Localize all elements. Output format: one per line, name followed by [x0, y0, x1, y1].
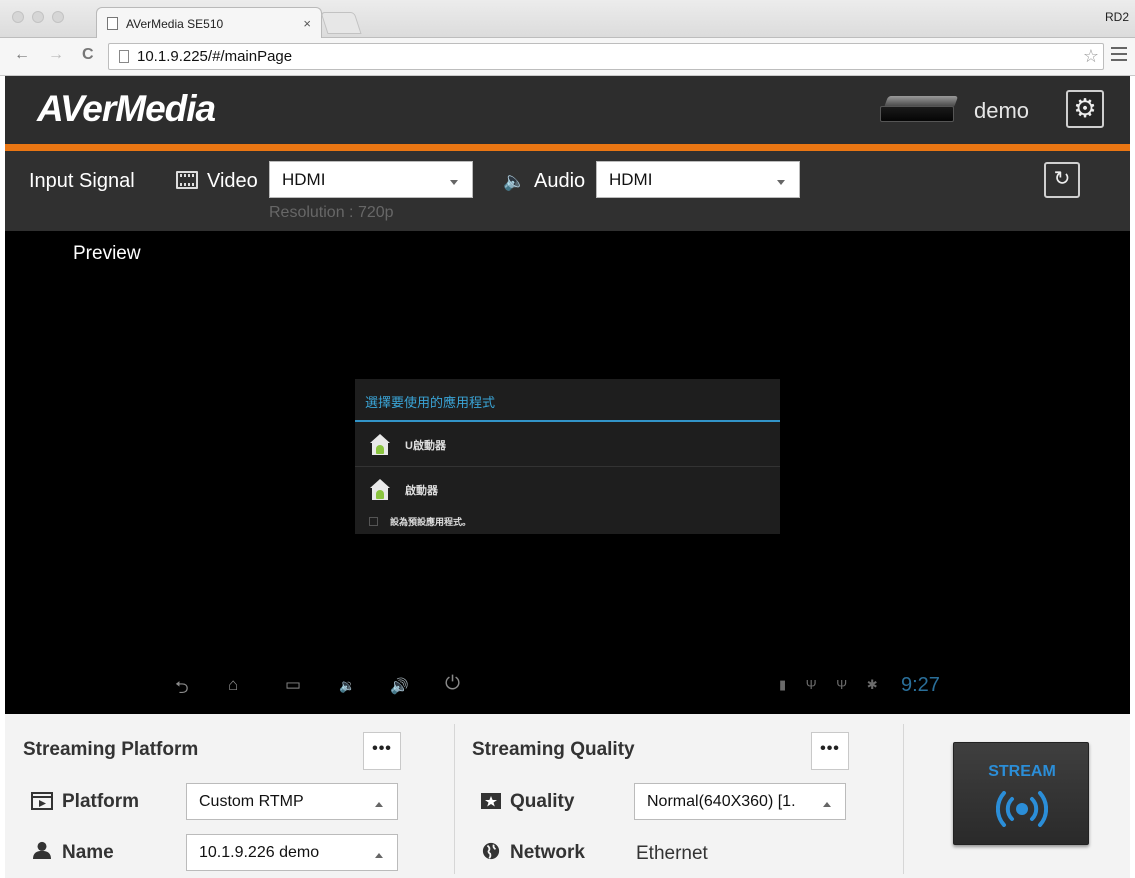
quality-more-button[interactable]: •••	[811, 732, 849, 770]
checkbox-icon	[369, 517, 378, 526]
resolution-text: Resolution : 720p	[269, 204, 394, 221]
dialog-title-divider	[355, 420, 780, 422]
url-text[interactable]: 10.1.9.225/#/mainPage	[137, 48, 1083, 65]
audio-label: Audio	[534, 170, 586, 192]
page-icon	[119, 50, 129, 63]
refresh-icon[interactable]: ↻	[1044, 162, 1080, 198]
power-icon: ⏻	[445, 673, 461, 694]
browser-menu-icon[interactable]	[1111, 47, 1127, 65]
tab-close-icon[interactable]: ×	[303, 16, 311, 31]
stream-label: STREAM	[988, 763, 1056, 780]
preview-label: Preview	[73, 243, 141, 264]
dialog-item: 啟動器	[355, 468, 780, 512]
back-arrow-icon[interactable]: ←	[14, 46, 30, 64]
page-icon	[107, 17, 118, 30]
quality-select[interactable]: Normal(640X360) [1.	[634, 783, 846, 820]
default-app-label: 設為預設應用程式。	[390, 517, 472, 527]
platform-select[interactable]: Custom RTMP	[186, 783, 398, 820]
network-value: Ethernet	[636, 843, 708, 864]
new-tab-button[interactable]	[320, 12, 362, 34]
volume-down-icon: 🔉	[339, 678, 356, 693]
platform-label: Platform	[62, 791, 140, 812]
film-icon	[176, 171, 198, 189]
dialog-title: 選擇要使用的應用程式	[365, 395, 496, 410]
network-label: Network	[510, 842, 585, 863]
platform-more-button[interactable]: •••	[363, 732, 401, 770]
name-label: Name	[62, 842, 114, 863]
window-close-icon[interactable]	[12, 11, 24, 23]
video-source-select[interactable]: HDMI	[269, 161, 473, 198]
name-select[interactable]: 10.1.9.226 demo	[186, 834, 398, 871]
name-value: 10.1.9.226 demo	[199, 843, 320, 861]
dialog-item-label: U啟動器	[405, 440, 446, 452]
browser-titlebar: AVerMedia SE510 × RD2	[0, 0, 1135, 39]
chevron-up-icon	[375, 852, 383, 858]
default-app-checkbox-row: 設為預設應用程式。	[369, 515, 471, 528]
android-recents-icon: ▭	[285, 675, 302, 694]
volume-up-icon: 🔊	[390, 678, 409, 695]
forward-arrow-icon[interactable]: →	[48, 46, 64, 64]
android-status-icons: ▮ Ψ Ψ ✱	[779, 677, 886, 692]
avermedia-logo: AVerMedia	[37, 88, 216, 129]
window-zoom-icon[interactable]	[52, 11, 64, 23]
speaker-icon: 🔈	[503, 171, 526, 191]
video-label: Video	[207, 170, 258, 192]
section-divider	[903, 724, 904, 874]
user-name[interactable]: demo	[974, 98, 1029, 124]
quality-label: Quality	[510, 791, 575, 812]
film-play-icon	[31, 792, 53, 810]
streaming-quality-title: Streaming Quality	[472, 739, 635, 760]
streaming-panel: Streaming Platform ••• Platform Custom R…	[5, 714, 1130, 878]
bookmark-star-icon[interactable]: ☆	[1083, 46, 1099, 67]
chevron-up-icon	[823, 801, 831, 807]
section-divider	[454, 724, 455, 874]
android-home-icon: ⌂	[228, 675, 239, 694]
app-chooser-dialog: 選擇要使用的應用程式 U啟動器 啟動器 設為預設應用程式。	[355, 379, 780, 534]
stream-button[interactable]: STREAM	[953, 742, 1089, 845]
chevron-down-icon	[450, 179, 458, 185]
divider	[355, 466, 780, 467]
settings-gear-icon[interactable]: ⚙	[1066, 90, 1104, 128]
browser-navbar: ← → C 10.1.9.225/#/mainPage ☆	[0, 38, 1135, 76]
app-header: AVerMedia demo ⚙	[5, 76, 1130, 144]
chevron-down-icon	[777, 179, 785, 185]
video-source-value: HDMI	[282, 169, 326, 189]
dialog-item: U啟動器	[355, 423, 780, 467]
chevron-up-icon	[375, 801, 383, 807]
profile-label[interactable]: RD2	[1105, 10, 1129, 24]
platform-value: Custom RTMP	[199, 792, 304, 810]
input-signal-label: Input Signal	[29, 170, 135, 192]
android-clock: 9:27	[901, 674, 940, 696]
preview-area: Preview 選擇要使用的應用程式 U啟動器 啟動器 設為預設應用程式。 ⮌ …	[5, 231, 1130, 714]
user-icon	[33, 841, 51, 859]
audio-source-select[interactable]: HDMI	[596, 161, 800, 198]
quality-icon	[481, 793, 501, 809]
accent-divider	[5, 144, 1130, 151]
browser-tab[interactable]: AVerMedia SE510 ×	[96, 7, 322, 39]
audio-source-value: HDMI	[609, 169, 653, 189]
launcher-app-icon	[369, 434, 391, 456]
globe-icon	[482, 842, 500, 860]
address-bar[interactable]: 10.1.9.225/#/mainPage ☆	[108, 43, 1104, 70]
device-image	[880, 96, 960, 126]
tab-title: AVerMedia SE510	[126, 16, 224, 31]
launcher-app-icon	[369, 479, 391, 501]
input-signal-bar: Input Signal Video HDMI Resolution : 720…	[5, 151, 1130, 231]
dialog-item-label: 啟動器	[405, 485, 438, 497]
window-minimize-icon[interactable]	[32, 11, 44, 23]
android-back-icon: ⮌	[175, 678, 189, 697]
quality-value: Normal(640X360) [1.	[647, 792, 796, 810]
reload-icon[interactable]: C	[82, 46, 94, 64]
streaming-platform-title: Streaming Platform	[23, 739, 199, 760]
broadcast-icon	[996, 791, 1048, 827]
